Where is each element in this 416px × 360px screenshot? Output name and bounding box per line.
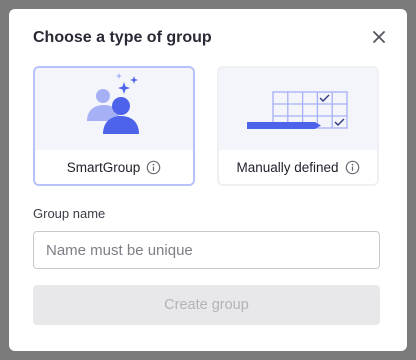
group-name-label: Group name [33, 206, 106, 221]
manual-grid-illustration [247, 91, 348, 129]
manually-defined-option-label: Manually defined [236, 159, 339, 175]
create-group-button[interactable]: Create group [33, 285, 380, 325]
smartgroup-option-footer: SmartGroup [35, 150, 193, 184]
group-name-input[interactable] [33, 231, 380, 269]
smartgroup-option-label: SmartGroup [66, 159, 141, 175]
close-icon [373, 31, 385, 43]
close-button[interactable] [369, 27, 389, 47]
info-icon[interactable] [146, 160, 161, 175]
smart-group-illustration [87, 73, 139, 134]
dialog-title: Choose a type of group [33, 29, 212, 46]
info-icon[interactable] [345, 160, 360, 175]
manually-defined-option-card[interactable]: Manually defined [217, 66, 379, 186]
smartgroup-option-card[interactable]: SmartGroup [33, 66, 195, 186]
choose-group-type-dialog: Choose a type of group SmartGroup Manual… [9, 9, 407, 351]
manually-defined-option-footer: Manually defined [219, 150, 377, 184]
